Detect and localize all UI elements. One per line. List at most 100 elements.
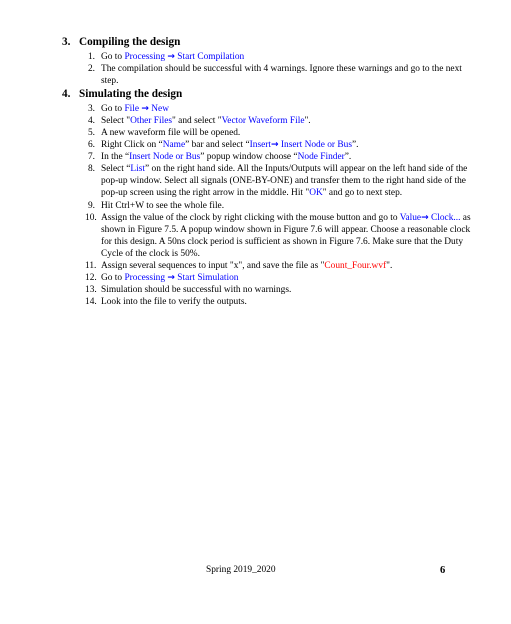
step-item: 5. A new waveform file will be opened.: [0, 127, 511, 139]
step-text-run: Right Click on “: [101, 140, 163, 151]
step-text: Hit Ctrl+W to see the whole file.: [101, 200, 473, 212]
step-text-run: ”.: [344, 152, 352, 163]
ui-reference-text: List: [130, 164, 146, 175]
step-item: 3. Go to File → New: [0, 103, 511, 115]
step-text: The compilation should be successful wit…: [101, 63, 473, 87]
ui-reference-text: Value: [399, 212, 422, 223]
footer-page-number: 6: [440, 565, 446, 576]
step-number: 11.: [85, 260, 97, 271]
ui-reference-text: Clock...: [428, 212, 461, 223]
step-number: 10.: [85, 212, 97, 223]
section-heading: 3. Compiling the design: [0, 36, 511, 50]
step-item: 1. Go to Processing → Start Compilation: [0, 51, 511, 63]
ui-reference-text: File: [124, 104, 142, 115]
step-text: Right Click on “Name” bar and select “In…: [101, 139, 473, 151]
step-number: 1.: [87, 52, 95, 62]
step-number: 14.: [85, 296, 97, 307]
step-number: 4.: [87, 116, 95, 127]
right-arrow-icon: →: [271, 140, 279, 151]
step-text-run: ” on the right hand side. All the Inputs…: [101, 164, 468, 199]
step-text-run: ” popup window choose “: [200, 152, 298, 163]
step-text-run: A new waveform file will be opened.: [101, 128, 241, 139]
right-arrow-icon: →: [167, 52, 175, 62]
section-heading: 4. Simulating the design: [0, 88, 511, 102]
step-text-run: " and select ": [172, 116, 222, 127]
step-text: Assign several sequences to input "x", a…: [101, 260, 473, 272]
right-arrow-icon: →: [167, 272, 175, 283]
step-text-run: Go to: [101, 272, 125, 283]
step-number: 7.: [87, 152, 95, 163]
step-text-run: The compilation should be successful wit…: [101, 64, 462, 87]
step-number: 8.: [87, 164, 95, 175]
step-item: 12. Go to Processing → Start Simulation: [0, 272, 511, 284]
ui-reference-text: New: [148, 104, 169, 115]
document-section: 3. Compiling the design 1. Go to Processing…: [0, 36, 511, 87]
ui-reference-text: Vector Waveform File: [221, 116, 305, 127]
step-item: 9. Hit Ctrl+W to see the whole file.: [0, 200, 511, 212]
step-number: 3.: [87, 104, 95, 115]
step-text-run: ” bar and select “: [185, 140, 250, 151]
step-number: 5.: [87, 128, 95, 139]
document-section: 4. Simulating the design 3. Go to File → Ne…: [0, 88, 511, 308]
step-text: Select “List” on the right hand side. Al…: [101, 163, 473, 199]
step-number: 9.: [87, 200, 95, 211]
step-item: 2. The compilation should be successful w…: [0, 63, 511, 87]
filename-text: Count_Four.wvf: [324, 260, 387, 271]
step-text: Go to Processing → Start Simulation: [101, 272, 473, 284]
section-step-list: 3. Go to File → New 4. Select "Other Files"…: [0, 103, 511, 308]
step-text-run: Select ": [101, 116, 131, 127]
step-text-run: Go to: [101, 104, 125, 115]
step-text: Go to File → New: [101, 103, 473, 115]
step-number: 13.: [85, 284, 97, 295]
ui-reference-text: Insert Node or Bus: [129, 152, 201, 163]
step-text-run: Simulation should be successful with no …: [101, 284, 292, 295]
step-number: 6.: [87, 140, 95, 151]
step-text-run: Assign the value of the clock by right c…: [101, 212, 400, 223]
step-number: 12.: [85, 272, 97, 283]
step-text-run: In the “: [101, 152, 130, 163]
page-footer: Spring 2019_2020 6: [0, 565, 511, 583]
ui-reference-text: Insert Node or Bus: [278, 140, 352, 151]
step-item: 8. Select “List” on the right hand side. …: [0, 163, 511, 199]
ui-reference-text: Node Finder: [297, 152, 345, 163]
step-item: 7. In the “Insert Node or Bus” popup wind…: [0, 151, 511, 163]
step-item: 13. Simulation should be successful with …: [0, 284, 511, 296]
step-text: A new waveform file will be opened.: [101, 127, 473, 139]
section-title: Simulating the design: [79, 88, 183, 101]
ui-reference-text: Start Simulation: [174, 272, 239, 283]
ui-reference-text: Other Files: [130, 116, 173, 127]
step-text-run: Go to: [101, 52, 125, 62]
footer-term-label: Spring 2019_2020: [206, 565, 276, 575]
ui-reference-text: Start Compilation: [174, 52, 245, 62]
ui-reference-text: Name: [162, 140, 186, 151]
right-arrow-icon: →: [141, 104, 149, 115]
step-text-run: Assign several sequences to input "x", a…: [101, 260, 325, 271]
step-text-run: ".: [304, 116, 311, 127]
ui-reference-text: Processing: [124, 272, 168, 283]
step-text-run: ".: [386, 260, 393, 271]
section-number: 3.: [62, 36, 71, 48]
right-arrow-icon: →: [421, 212, 429, 223]
step-text-run: ”.: [352, 140, 359, 151]
section-title: Compiling the design: [79, 36, 181, 48]
step-text: Simulation should be successful with no …: [101, 284, 473, 296]
step-text: Look into the file to verify the outputs…: [101, 296, 473, 308]
step-text: Assign the value of the clock by right c…: [101, 212, 473, 260]
step-item: 6. Right Click on “Name” bar and select “…: [0, 139, 511, 151]
step-item: 11. Assign several sequences to input "x"…: [0, 260, 511, 272]
step-text-run: " and go to next step.: [322, 188, 403, 199]
ui-reference-text: OK: [309, 188, 323, 199]
step-text-run: Look into the file to verify the outputs…: [101, 296, 247, 307]
step-item: 4. Select "Other Files" and select "Vecto…: [0, 115, 511, 127]
step-text: Go to Processing → Start Compilation: [101, 51, 473, 63]
section-number: 4.: [62, 88, 71, 101]
ui-reference-text: Insert: [249, 140, 272, 151]
document-page: 3. Compiling the design 1. Go to Processing…: [0, 0, 511, 624]
step-text: Select "Other Files" and select "Vector …: [101, 115, 473, 127]
document-body: 3. Compiling the design 1. Go to Processing…: [0, 36, 511, 309]
ui-reference-text: Processing: [124, 52, 168, 62]
section-step-list: 1. Go to Processing → Start Compilation 2.…: [0, 51, 511, 87]
step-item: 14. Look into the file to verify the outp…: [0, 296, 511, 308]
step-number: 2.: [87, 64, 95, 75]
step-text: In the “Insert Node or Bus” popup window…: [101, 151, 473, 163]
